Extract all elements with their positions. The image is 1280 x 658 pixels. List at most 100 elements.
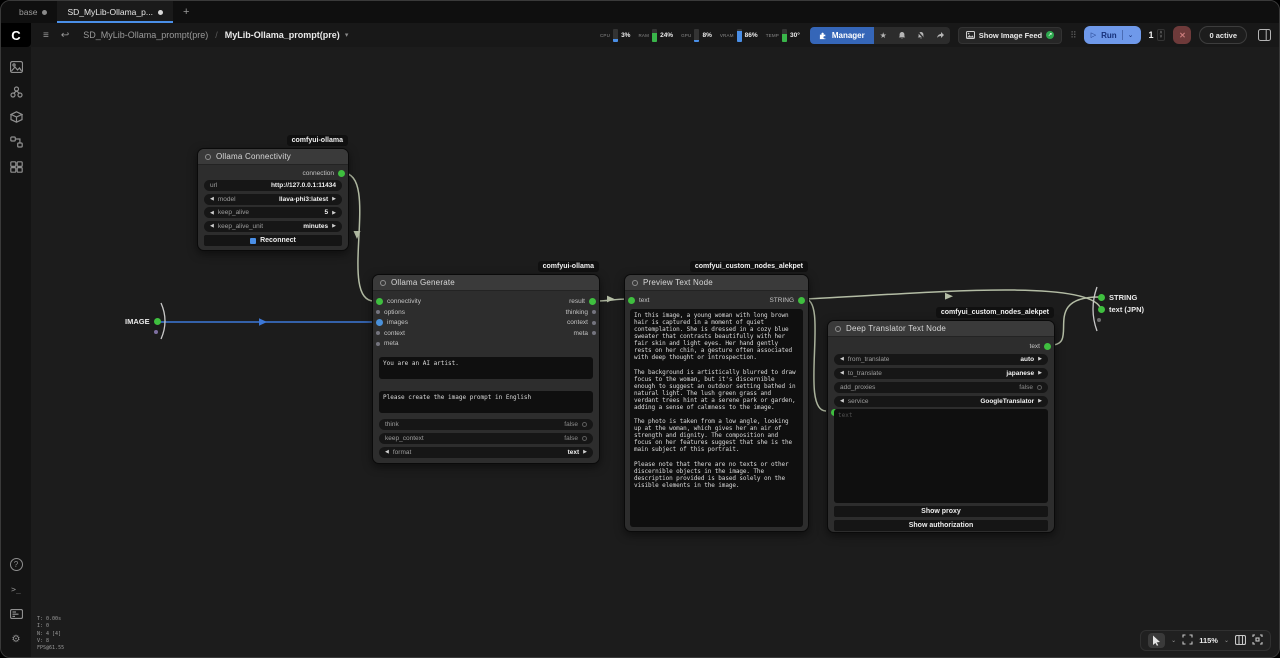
toggle-icon[interactable]	[582, 436, 587, 441]
toggle-icon[interactable]	[1037, 385, 1042, 390]
new-tab-button[interactable]: +	[173, 1, 199, 23]
widget-model[interactable]: ◀ model llava-phi3:latest ▶	[204, 194, 342, 205]
node-header[interactable]: Ollama Connectivity	[198, 149, 348, 165]
input-slot-images[interactable]: images	[376, 319, 408, 327]
sidebar-terminal-button[interactable]: >_	[1, 577, 31, 601]
comfyui-logo[interactable]: C	[1, 23, 31, 47]
widget-add-proxies[interactable]: add_proxies false	[834, 382, 1048, 393]
combo-right-icon[interactable]: ▶	[332, 223, 336, 229]
sidebar-node-library-button[interactable]	[1, 80, 31, 104]
star-icon[interactable]: ★	[874, 31, 893, 40]
widget-format[interactable]: ◀ format text ▶	[379, 447, 593, 458]
combo-right-icon[interactable]: ▶	[583, 449, 587, 455]
show-image-feed-button[interactable]: Show Image Feed ↗	[958, 27, 1062, 44]
collapsed-node-string[interactable]: STRING	[1098, 293, 1137, 302]
breadcrumb-caret-icon[interactable]: ▾	[345, 31, 349, 39]
feed-toggle-icon[interactable]: ↗	[1046, 31, 1054, 39]
combo-right-icon[interactable]: ▶	[332, 196, 336, 202]
share-icon[interactable]	[931, 31, 950, 39]
user-prompt-textarea[interactable]: Please create the image prompt in Englis…	[379, 391, 593, 413]
stepper-arrows-icon[interactable]: ˄˅	[1157, 29, 1166, 41]
combo-left-icon[interactable]: ◀	[210, 223, 214, 229]
active-jobs-button[interactable]: 0 active	[1199, 26, 1247, 44]
fit-view-button[interactable]	[1182, 632, 1193, 650]
system-prompt-textarea[interactable]: You are an AI artist.	[379, 357, 593, 379]
manager-button[interactable]: Manager	[810, 27, 874, 44]
output-slot-result[interactable]: result	[569, 298, 596, 306]
preview-text-area[interactable]: In this image, a young woman with long b…	[630, 309, 803, 527]
sidebar-queue-button[interactable]	[1, 55, 31, 79]
toggle-icon[interactable]	[582, 422, 587, 427]
node-ollama-connectivity[interactable]: comfyui-ollama Ollama Connectivity conne…	[197, 148, 349, 251]
output-slot-string[interactable]: STRING	[769, 296, 805, 304]
sidebar-help-button[interactable]: ?	[1, 552, 31, 576]
combo-left-icon[interactable]: ◀	[840, 370, 844, 376]
collapse-dot-icon[interactable]	[380, 280, 386, 286]
interrupt-button[interactable]: ✕	[1173, 26, 1191, 44]
node-preview-text[interactable]: comfyui_custom_nodes_alekpet Preview Tex…	[624, 274, 809, 532]
drag-grip-icon[interactable]: ⠿	[1070, 30, 1076, 41]
combo-right-icon[interactable]: ▶	[1038, 398, 1042, 404]
side-panel-toggle-button[interactable]	[1255, 26, 1273, 44]
input-slot-meta[interactable]: meta	[376, 340, 398, 348]
widget-keep-alive-unit[interactable]: ◀ keep_alive_unit minutes ▶	[204, 221, 342, 232]
run-button[interactable]: ▷ Run ⌄	[1084, 26, 1141, 44]
collapsed-node-image[interactable]: IMAGE	[125, 317, 161, 326]
node-header[interactable]: Preview Text Node	[625, 275, 808, 291]
input-dot-icon[interactable]	[1098, 306, 1105, 313]
widget-service[interactable]: ◀ service GoogleTranslator ▶	[834, 396, 1048, 407]
reconnect-button[interactable]: Reconnect	[204, 235, 342, 246]
combo-left-icon[interactable]: ◀	[210, 196, 214, 202]
sidebar-logs-button[interactable]	[1, 602, 31, 626]
tab-active-workflow[interactable]: SD_MyLib-Ollama_p...	[57, 1, 173, 23]
node-ollama-generate[interactable]: comfyui-ollama Ollama Generate connectiv…	[372, 274, 600, 464]
sidebar-model-library-button[interactable]	[1, 105, 31, 129]
combo-left-icon[interactable]: ◀	[840, 398, 844, 404]
show-authorization-button[interactable]: Show authorization	[834, 520, 1048, 531]
widget-keep-alive[interactable]: ◀ keep_alive 5 ▶	[204, 207, 342, 218]
zoom-level-dropdown[interactable]: 115%	[1199, 636, 1218, 645]
translator-text-area[interactable]: text	[834, 409, 1048, 503]
output-slot-text[interactable]: text	[1030, 342, 1051, 350]
widget-url[interactable]: url http://127.0.0.1:11434	[204, 180, 342, 191]
zoom-level-caret-icon[interactable]: ⌄	[1224, 637, 1229, 644]
bell-icon[interactable]	[893, 31, 912, 40]
sidebar-templates-button[interactable]	[1, 155, 31, 179]
tab-base[interactable]: base	[9, 1, 57, 23]
pointer-tool-button[interactable]	[1148, 633, 1165, 648]
hamburger-menu-icon[interactable]: ≡	[43, 30, 49, 41]
combo-right-icon[interactable]: ▶	[1038, 356, 1042, 362]
combo-left-icon[interactable]: ◀	[385, 449, 389, 455]
output-slot-thinking[interactable]: thinking	[566, 308, 596, 316]
undo-icon[interactable]: ↩	[61, 30, 69, 41]
collapsed-node-text-jpn[interactable]: text (JPN)	[1098, 305, 1144, 314]
input-slot-context[interactable]: context	[376, 329, 405, 337]
collapse-dot-icon[interactable]	[835, 326, 841, 332]
bell-alt-icon[interactable]	[912, 31, 931, 40]
widget-think[interactable]: think false	[379, 419, 593, 430]
output-slot-context[interactable]: context	[567, 319, 596, 327]
output-slot-meta[interactable]: meta	[574, 329, 596, 337]
combo-right-icon[interactable]: ▶	[1038, 370, 1042, 376]
widget-keep-context[interactable]: keep_context false	[379, 433, 593, 444]
input-dot-icon[interactable]	[1098, 294, 1105, 301]
combo-left-icon[interactable]: ◀	[840, 356, 844, 362]
breadcrumb-parent[interactable]: SD_MyLib-Ollama_prompt(pre)	[83, 30, 208, 40]
minimap-toggle-button[interactable]	[1235, 632, 1246, 650]
output-slot-connection[interactable]: connection	[303, 169, 345, 177]
batch-count-stepper[interactable]: 1 ˄˅	[1149, 29, 1166, 41]
node-header[interactable]: Deep Translator Text Node	[828, 321, 1054, 337]
widget-from-translate[interactable]: ◀ from_translate auto ▶	[834, 354, 1048, 365]
combo-left-icon[interactable]: ◀	[210, 210, 214, 216]
breadcrumb-current[interactable]: MyLib-Ollama_prompt(pre)	[225, 30, 340, 40]
collapse-dot-icon[interactable]	[632, 280, 638, 286]
sidebar-workflows-button[interactable]	[1, 130, 31, 154]
focus-selection-button[interactable]	[1252, 632, 1263, 650]
node-header[interactable]: Ollama Generate	[373, 275, 599, 291]
input-slot-options[interactable]: options	[376, 308, 405, 316]
output-dot-icon[interactable]	[338, 170, 345, 177]
show-proxy-button[interactable]: Show proxy	[834, 506, 1048, 517]
sidebar-settings-button[interactable]: ⚙	[1, 627, 31, 651]
input-slot-text[interactable]: text	[628, 296, 649, 304]
node-deep-translator[interactable]: comfyui_custom_nodes_alekpet Deep Transl…	[827, 320, 1055, 533]
